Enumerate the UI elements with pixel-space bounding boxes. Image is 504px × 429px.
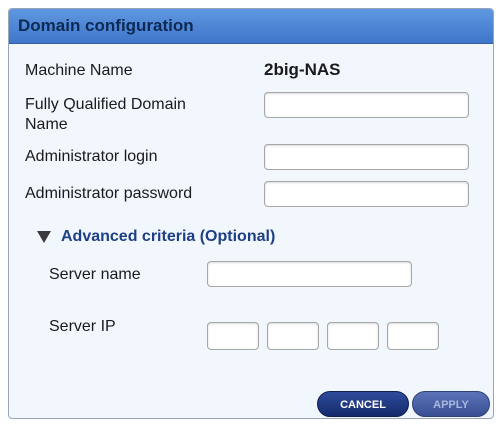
server-ip-octet-4[interactable]: [387, 322, 439, 350]
admin-login-input[interactable]: [264, 144, 469, 170]
fqdn-label: Fully Qualified Domain Name: [25, 95, 186, 135]
fqdn-label-line1: Fully Qualified Domain: [25, 96, 186, 113]
advanced-criteria-toggle[interactable]: Advanced criteria (Optional): [37, 227, 275, 247]
machine-name-label: Machine Name: [25, 62, 133, 79]
cancel-button[interactable]: CANCEL: [317, 391, 409, 417]
dialog-title-bar: Domain configuration: [9, 9, 493, 44]
admin-password-label: Administrator password: [25, 185, 193, 202]
dialog-title: Domain configuration: [18, 16, 194, 35]
server-name-label: Server name: [49, 266, 141, 283]
disclosure-triangle-icon: [37, 231, 51, 243]
admin-login-label: Administrator login: [25, 148, 158, 165]
machine-name-value: 2big-NAS: [264, 60, 341, 79]
fqdn-input[interactable]: [264, 92, 469, 118]
server-ip-octet-1[interactable]: [207, 322, 259, 350]
server-ip-octet-2[interactable]: [267, 322, 319, 350]
domain-configuration-dialog: Domain configuration Machine Name 2big-N…: [8, 8, 494, 419]
server-ip-label: Server IP: [49, 318, 116, 335]
server-ip-octet-3[interactable]: [327, 322, 379, 350]
apply-button[interactable]: APPLY: [412, 391, 490, 417]
server-name-input[interactable]: [207, 261, 412, 287]
fqdn-label-line2: Name: [25, 116, 68, 133]
advanced-criteria-label: Advanced criteria (Optional): [61, 228, 276, 245]
admin-password-input[interactable]: [264, 181, 469, 207]
